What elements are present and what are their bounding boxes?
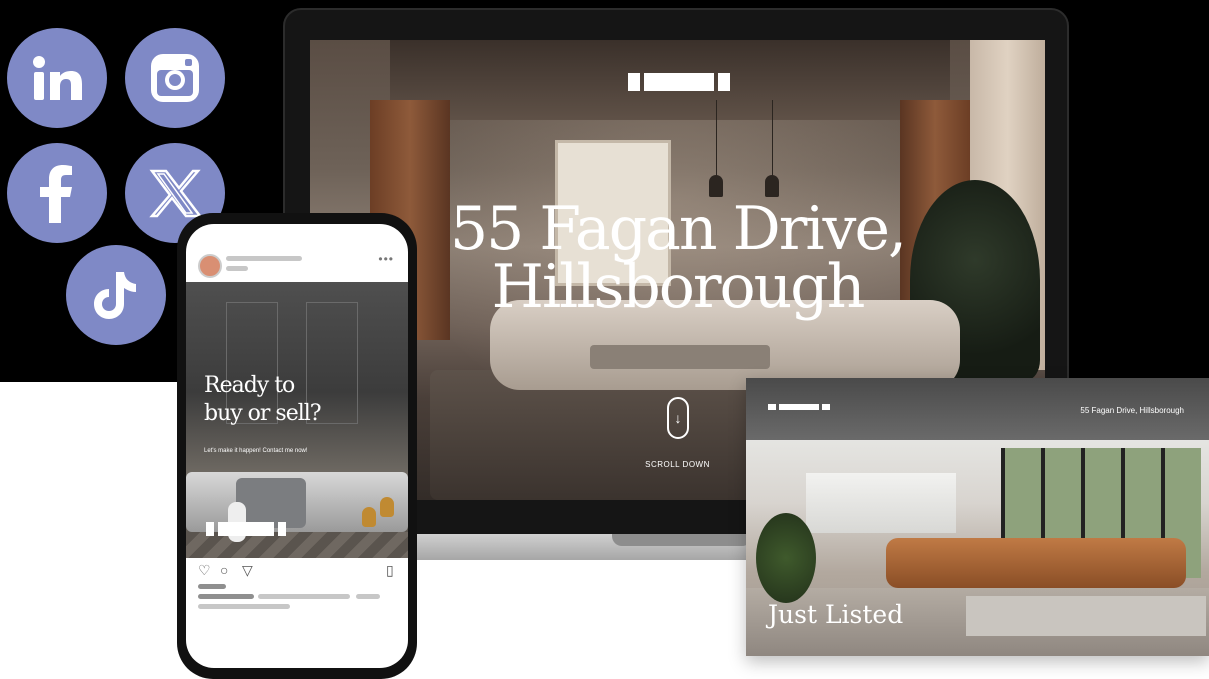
post-logo-mark <box>278 522 286 536</box>
phone-screen: ••• Ready to buy or sell? Let's make it … <box>186 224 408 668</box>
card-rug <box>966 596 1206 636</box>
card-logo-mark <box>822 404 830 410</box>
username-placeholder <box>226 256 302 261</box>
post-gold-vase <box>380 497 394 517</box>
background-white-left <box>0 382 180 679</box>
linkedin-icon[interactable] <box>7 28 107 128</box>
card-plant <box>756 513 816 603</box>
hero-title-line2: Hillsborough <box>491 252 866 322</box>
lamp-cord <box>716 100 717 180</box>
hero-title: 55 Fagan Drive, Hillsborough <box>310 194 1045 322</box>
caption-placeholder <box>198 594 254 599</box>
more-icon[interactable]: ••• <box>378 252 394 266</box>
avatar[interactable] <box>198 254 222 278</box>
scroll-down-label: SCROLL DOWN <box>645 460 710 469</box>
laptop-notch <box>612 534 752 546</box>
logo-mark <box>628 73 640 91</box>
post-gold-vase <box>362 507 376 527</box>
caption-placeholder <box>258 594 350 599</box>
share-icon[interactable]: ▽ <box>242 562 253 579</box>
post-headline: Ready to buy or sell? <box>204 372 404 428</box>
logo-mark <box>644 73 714 91</box>
heart-icon[interactable]: ♡ <box>198 562 211 579</box>
caption-placeholder <box>356 594 380 599</box>
post-headline-line1: Ready to <box>204 373 295 398</box>
bookmark-icon[interactable]: ▯ <box>386 562 394 579</box>
post-actions: ♡ ○ ▽ ▯ <box>198 562 398 580</box>
card-sofa <box>886 538 1186 588</box>
post-image: Ready to buy or sell? Let's make it happ… <box>186 282 408 558</box>
instagram-icon[interactable] <box>125 28 225 128</box>
facebook-icon[interactable] <box>7 143 107 243</box>
scroll-down-button[interactable]: ↓ <box>667 397 689 439</box>
listing-card[interactable]: 55 Fagan Drive, Hillsborough Just Listed <box>746 378 1209 656</box>
card-logo-mark <box>779 404 819 410</box>
card-address: 55 Fagan Drive, Hillsborough <box>1080 406 1184 415</box>
hero-title-line1: 55 Fagan Drive, <box>449 194 907 264</box>
post-headline-line2: buy or sell? <box>204 401 322 426</box>
tiktok-icon[interactable] <box>66 245 166 345</box>
lamp-cord <box>772 100 773 180</box>
logo-mark <box>718 73 730 91</box>
just-listed-label: Just Listed <box>768 600 904 629</box>
card-kitchen <box>806 473 956 533</box>
location-placeholder <box>226 266 248 271</box>
card-logo-mark <box>768 404 776 410</box>
likes-placeholder <box>198 584 226 589</box>
comment-icon[interactable]: ○ <box>220 562 228 578</box>
post-throw <box>236 478 306 528</box>
post-logo-mark <box>218 522 274 536</box>
post-logo-mark <box>206 522 214 536</box>
caption-placeholder <box>198 604 290 609</box>
hero-coffee-table <box>590 345 770 369</box>
arrow-down-icon: ↓ <box>674 410 682 426</box>
post-subtext: Let's make it happen! Contact me now! <box>204 448 308 454</box>
